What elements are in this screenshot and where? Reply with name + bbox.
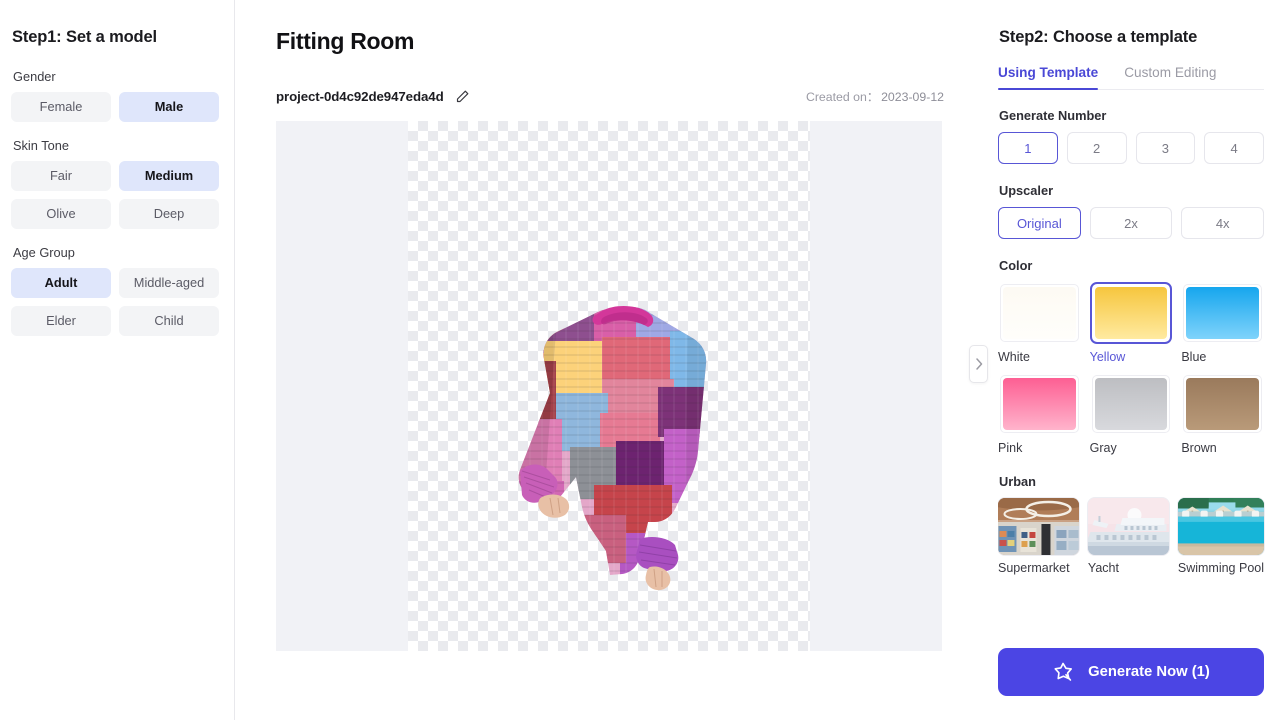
group-label-skin-tone: Skin Tone bbox=[13, 138, 69, 153]
section-color: Color White Yellow Blue Pink Gray Brown bbox=[998, 258, 1264, 455]
color-label-brown: Brown bbox=[1181, 441, 1217, 455]
color-swatch-yellow[interactable]: Yellow bbox=[1089, 282, 1173, 364]
created-on-label: Created on： bbox=[805, 90, 880, 104]
swatch-frame-blue bbox=[1181, 282, 1264, 344]
urban-label-yacht: Yacht bbox=[1087, 561, 1119, 575]
generate-number-4[interactable]: 4 bbox=[1204, 132, 1264, 164]
group-label-gender: Gender bbox=[13, 69, 56, 84]
pencil-icon[interactable] bbox=[454, 87, 472, 105]
color-label-yellow: Yellow bbox=[1089, 350, 1126, 364]
swatch-fill-pink bbox=[1003, 378, 1076, 430]
generate-number-2[interactable]: 2 bbox=[1066, 132, 1127, 164]
step2-title: Step2: Choose a template bbox=[999, 28, 1198, 46]
label-color: Color bbox=[999, 258, 1033, 273]
color-swatch-grid: White Yellow Blue Pink Gray Brown bbox=[998, 282, 1264, 455]
swatch-frame-white bbox=[998, 282, 1081, 344]
color-swatch-pink[interactable]: Pink bbox=[998, 373, 1081, 455]
generate-button-container: Generate Now (1) bbox=[998, 634, 1264, 720]
generate-number-options: 1 2 3 4 bbox=[998, 132, 1264, 164]
upscaler-options: Original 2x 4x bbox=[998, 207, 1265, 239]
upscaler-4x[interactable]: 4x bbox=[1181, 207, 1265, 239]
option-group-age: Age Group Adult Middle-aged Elder Child bbox=[11, 245, 223, 336]
option-male[interactable]: Male bbox=[119, 92, 219, 122]
template-tabs: Using Template Custom Editing bbox=[998, 65, 1264, 90]
section-generate-number: Generate Number 1 2 3 4 bbox=[998, 108, 1264, 164]
created-on-date: 2023-09-12 bbox=[881, 90, 944, 104]
section-urban: Urban Supermarket Yacht Swimming Pool bbox=[998, 474, 1264, 575]
option-grid-gender: Female Male bbox=[11, 92, 223, 122]
color-label-gray: Gray bbox=[1089, 441, 1117, 455]
thumbnail-yacht bbox=[1087, 498, 1169, 555]
generate-number-3[interactable]: 3 bbox=[1135, 132, 1196, 164]
urban-thumbnail-grid: Supermarket Yacht Swimming Pool bbox=[998, 498, 1264, 575]
magic-wand-star-icon bbox=[1052, 661, 1075, 684]
option-adult[interactable]: Adult bbox=[11, 268, 111, 298]
option-grid-age-group: Adult Middle-aged Elder Child bbox=[11, 268, 223, 336]
swatch-frame-gray bbox=[1089, 373, 1173, 435]
color-swatch-brown[interactable]: Brown bbox=[1181, 373, 1264, 455]
swatch-fill-white bbox=[1003, 287, 1076, 339]
upscaler-2x[interactable]: 2x bbox=[1089, 207, 1173, 239]
model-settings-sidebar: Step1: Set a model Gender Female Male Sk… bbox=[0, 0, 235, 720]
option-olive[interactable]: Olive bbox=[11, 199, 111, 229]
generate-now-button[interactable]: Generate Now (1) bbox=[998, 648, 1264, 696]
main-content: Fitting Room project-0d4c92de947eda4d Cr… bbox=[235, 0, 988, 720]
page-title: Fitting Room bbox=[276, 28, 415, 54]
project-name: project-0d4c92de947eda4d bbox=[276, 88, 444, 104]
urban-item-swimming-pool[interactable]: Swimming Pool bbox=[1177, 498, 1264, 575]
template-options-scroll[interactable]: Generate Number 1 2 3 4 Upscaler Origina… bbox=[998, 108, 1268, 634]
option-group-gender: Gender Female Male bbox=[11, 69, 223, 122]
label-generate-number: Generate Number bbox=[999, 108, 1107, 123]
color-swatch-gray[interactable]: Gray bbox=[1089, 373, 1173, 455]
urban-label-swimming-pool: Swimming Pool bbox=[1177, 561, 1264, 575]
tab-custom-editing[interactable]: Custom Editing bbox=[1124, 65, 1216, 89]
label-upscaler: Upscaler bbox=[999, 183, 1054, 198]
swatch-fill-blue bbox=[1186, 287, 1259, 339]
color-label-blue: Blue bbox=[1181, 350, 1207, 364]
swatch-fill-gray bbox=[1094, 378, 1168, 430]
collapse-panel-button[interactable] bbox=[969, 345, 988, 383]
option-medium[interactable]: Medium bbox=[119, 161, 219, 191]
urban-label-supermarket: Supermarket bbox=[998, 561, 1070, 575]
group-label-age-group: Age Group bbox=[13, 245, 75, 260]
created-on: Created on： 2023-09-12 bbox=[806, 87, 944, 105]
urban-item-supermarket[interactable]: Supermarket bbox=[998, 498, 1079, 575]
section-upscaler: Upscaler Original 2x 4x bbox=[998, 183, 1265, 239]
option-grid-skin-tone: Fair Medium Olive Deep bbox=[11, 161, 223, 229]
thumbnail-swimming-pool bbox=[1177, 498, 1264, 555]
swatch-frame-yellow bbox=[1089, 282, 1173, 344]
color-label-pink: Pink bbox=[998, 441, 1023, 455]
option-child[interactable]: Child bbox=[119, 306, 219, 336]
tab-using-template[interactable]: Using Template bbox=[998, 65, 1099, 90]
color-label-white: White bbox=[998, 350, 1030, 364]
color-swatch-blue[interactable]: Blue bbox=[1181, 282, 1264, 364]
project-bar: project-0d4c92de947eda4d Created on： 202… bbox=[276, 86, 944, 106]
option-deep[interactable]: Deep bbox=[119, 199, 219, 229]
color-swatch-white[interactable]: White bbox=[998, 282, 1081, 364]
option-female[interactable]: Female bbox=[11, 92, 111, 122]
urban-item-yacht[interactable]: Yacht bbox=[1087, 498, 1169, 575]
generate-number-1[interactable]: 1 bbox=[998, 132, 1058, 164]
app-root: Step1: Set a model Gender Female Male Sk… bbox=[0, 0, 1281, 720]
thumbnail-supermarket bbox=[998, 498, 1079, 555]
option-fair[interactable]: Fair bbox=[11, 161, 111, 191]
swatch-fill-yellow bbox=[1094, 287, 1168, 339]
template-panel: Step2: Choose a template Using Template … bbox=[984, 0, 1281, 720]
option-group-skin-tone: Skin Tone Fair Medium Olive Deep bbox=[11, 138, 223, 229]
garment-image bbox=[518, 305, 707, 591]
option-middle-aged[interactable]: Middle-aged bbox=[119, 268, 219, 298]
label-urban: Urban bbox=[999, 474, 1036, 489]
option-elder[interactable]: Elder bbox=[11, 306, 111, 336]
image-canvas[interactable] bbox=[276, 121, 942, 651]
swatch-fill-brown bbox=[1186, 378, 1259, 430]
swatch-frame-brown bbox=[1181, 373, 1264, 435]
upscaler-original[interactable]: Original bbox=[998, 207, 1081, 239]
generate-now-label: Generate Now (1) bbox=[1088, 664, 1210, 680]
swatch-frame-pink bbox=[998, 373, 1081, 435]
step1-title: Step1: Set a model bbox=[12, 28, 157, 46]
